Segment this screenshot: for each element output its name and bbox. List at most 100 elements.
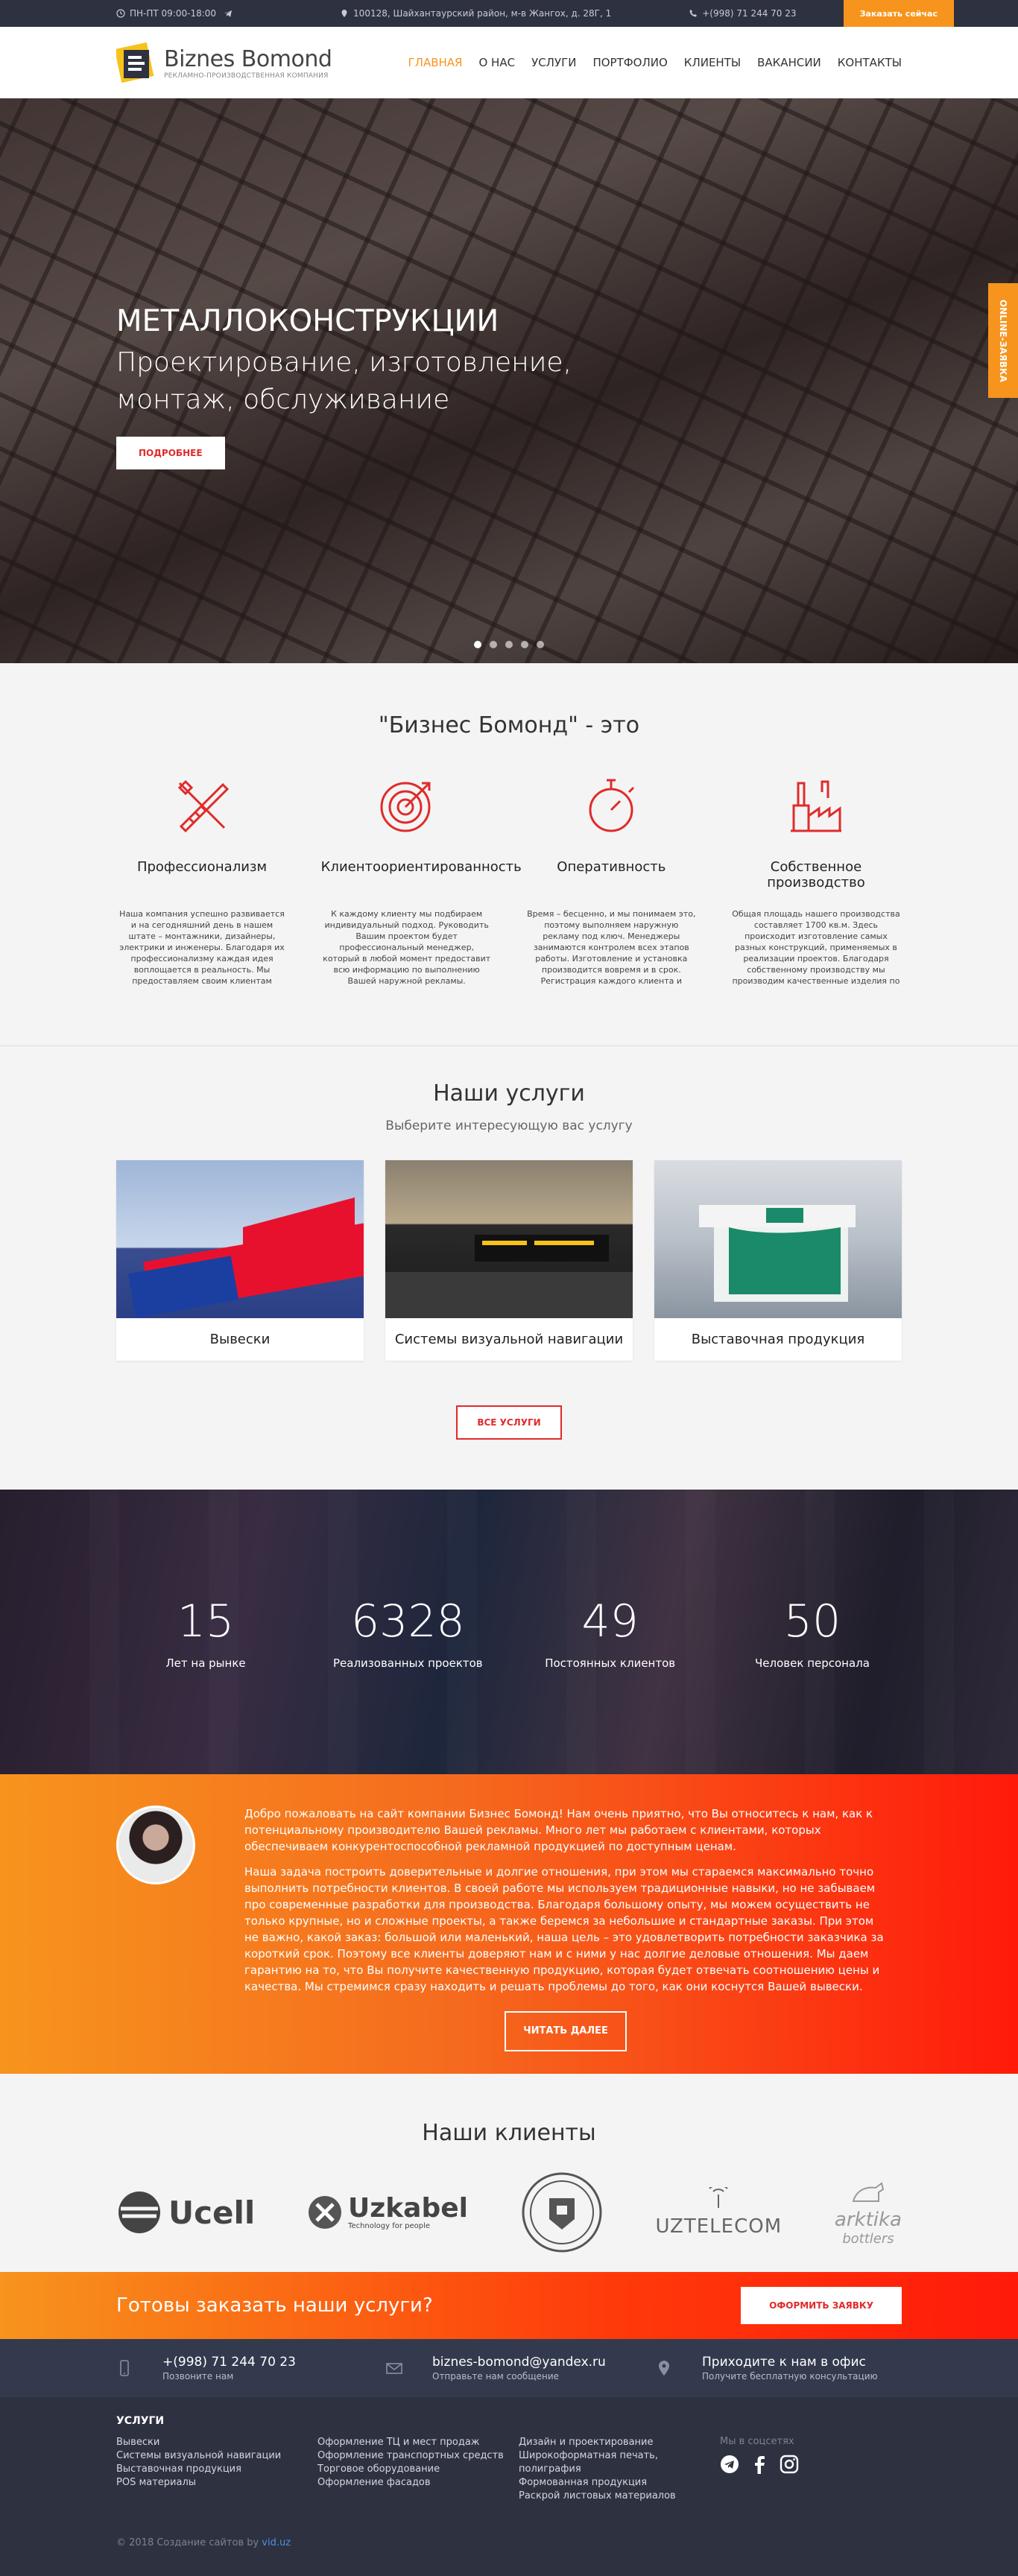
client-logo-arktika[interactable]: arktika bottlers [835, 2179, 902, 2247]
about-section: "Бизнес Бомонд" - это Профессионализм На… [0, 663, 1018, 1046]
tools-icon [177, 779, 230, 833]
online-request-tab[interactable]: ONLINE-ЗАЯВКА [988, 283, 1018, 398]
contacts-bar: +(998) 71 244 70 23 Позвоните нам biznes… [0, 2339, 1018, 2397]
stat-label: Постоянных клиентов [545, 1656, 676, 1670]
social-links: Мы в соцсетях [720, 2436, 799, 2503]
stat-label: Лет на рынке [165, 1656, 246, 1670]
footer-link[interactable]: Формованная продукция [519, 2476, 720, 2490]
all-services-button[interactable]: ВСЕ УСЛУГИ [456, 1405, 562, 1440]
client-logo-uztelecom[interactable]: UZTELECOM [655, 2187, 782, 2238]
slider-dot[interactable] [490, 641, 497, 648]
clock-icon [116, 9, 125, 18]
phone-text[interactable]: +(998) 71 244 70 23 [702, 8, 796, 19]
stat-label: Реализованных проектов [333, 1656, 483, 1670]
stat-number: 15 [177, 1595, 235, 1648]
nav-home[interactable]: ГЛАВНАЯ [408, 56, 463, 69]
service-card[interactable]: Системы визуальной навигации [385, 1160, 633, 1361]
slider-dot[interactable] [505, 641, 513, 648]
footer-link[interactable]: Оформление фасадов [317, 2476, 519, 2490]
copyright: © 2018 Создание сайтов by vid.uz [116, 2537, 902, 2548]
footer-link[interactable]: Дизайн и проектирование [519, 2436, 720, 2449]
slider-dot[interactable] [537, 641, 544, 648]
footer-link[interactable]: Системы визуальной навигации [116, 2449, 317, 2463]
service-image [116, 1160, 364, 1318]
map-pin-icon [659, 2361, 669, 2376]
nav-contacts[interactable]: КОНТАКТЫ [838, 56, 902, 69]
nav-portfolio[interactable]: ПОРТФОЛИО [592, 56, 667, 69]
stat-item: 50 Человек персонала [723, 1595, 902, 1670]
address-text: 100128, Шайхантаурский район, м-в Жангох… [353, 8, 612, 19]
contact-main: +(998) 71 244 70 23 [162, 2355, 296, 2370]
stopwatch-icon [589, 779, 635, 832]
nav-about[interactable]: О НАС [478, 56, 515, 69]
welcome-paragraph: Наша задача построить доверительные и до… [244, 1865, 884, 1993]
stat-item: 49 Постоянных клиентов [521, 1595, 700, 1670]
service-card-title: Выставочная продукция [691, 1332, 865, 1347]
client-logo-emblem[interactable] [521, 2171, 603, 2253]
contact-main: biznes-bomond@yandex.ru [432, 2355, 606, 2370]
feature-item: Клиентоориентированность К каждому клиен… [321, 774, 522, 986]
client-name: bottlers [842, 2230, 894, 2247]
contact-sub: Отправьте нам сообщение [432, 2371, 560, 2382]
logo-name: Biznes Bomond [164, 45, 332, 72]
feature-title: Собственное производство [767, 859, 865, 890]
phone-icon [120, 2360, 129, 2376]
footer-link[interactable]: Широкоформатная печать, полиграфия [519, 2449, 720, 2476]
order-cta: Готовы заказать наши услуги? ОФОРМИТЬ ЗА… [0, 2272, 1018, 2339]
footer-link[interactable]: Торговое оборудование [317, 2463, 519, 2476]
footer-link[interactable]: Раскрой листовых материалов [519, 2490, 720, 2503]
top-bar: ПН-ПТ 09:00-18:00 100128, Шайхантаурский… [0, 0, 1018, 27]
service-card[interactable]: Вывески [116, 1160, 364, 1361]
feature-item: Профессионализм Наша компания успешно ра… [116, 774, 288, 986]
telegram-icon[interactable] [224, 9, 233, 18]
phone[interactable]: +(998) 71 244 70 23 [689, 8, 797, 19]
client-name: UZTELECOM [655, 2215, 783, 2238]
footer-link[interactable]: Выставочная продукция [116, 2463, 317, 2476]
service-image [385, 1160, 633, 1318]
contact-office[interactable]: Приходите к нам в офис Получите бесплатн… [656, 2355, 902, 2382]
nav-vacancies[interactable]: ВАКАНСИИ [757, 56, 821, 69]
client-name: Ucell [168, 2194, 256, 2231]
clients-title: Наши клиенты [422, 2120, 596, 2146]
hero-more-button[interactable]: ПОДРОБНЕЕ [116, 437, 225, 469]
working-hours: ПН-ПТ 09:00-18:00 [116, 8, 233, 19]
mail-icon [386, 2363, 402, 2374]
order-now-button[interactable]: Заказать сейчас [843, 0, 954, 27]
footer-link[interactable]: POS материалы [116, 2476, 317, 2490]
nav-services[interactable]: УСЛУГИ [531, 56, 576, 69]
order-request-button[interactable]: ОФОРМИТЬ ЗАЯВКУ [741, 2287, 902, 2324]
client-logo-ucell[interactable]: Ucell [116, 2189, 255, 2235]
service-image [654, 1160, 902, 1318]
contact-sub: Позвоните нам [162, 2371, 234, 2382]
contact-email[interactable]: biznes-bomond@yandex.ru Отправьте нам со… [386, 2355, 632, 2382]
uzkabel-logo-icon [309, 2196, 342, 2229]
contact-phone[interactable]: +(998) 71 244 70 23 Позвоните нам [116, 2355, 362, 2382]
telegram-icon[interactable] [720, 2455, 739, 2474]
footer-link[interactable]: Вывески [116, 2436, 317, 2449]
logo[interactable]: Biznes Bomond РЕКЛАМНО-ПРОИЗВОДСТВЕННАЯ … [116, 41, 332, 84]
feature-text: Общая площадь нашего производства состав… [732, 909, 900, 986]
slider-dot[interactable] [521, 641, 528, 648]
developer-link[interactable]: vid.uz [262, 2537, 291, 2548]
feature-text: К каждому клиенту мы подбираем индивидуа… [323, 909, 491, 986]
slider-dot[interactable] [474, 641, 481, 648]
logo-subtitle: РЕКЛАМНО-ПРОИЗВОДСТВЕННАЯ КОМПАНИЯ [164, 72, 329, 80]
services-section: Наши услуги Выберите интересующую вас ус… [0, 1046, 1018, 1490]
footer-link[interactable]: Оформление ТЦ и мест продаж [317, 2436, 519, 2449]
ucell-logo-icon [118, 2192, 160, 2233]
polar-bear-logo-icon [852, 2181, 885, 2202]
header: Biznes Bomond РЕКЛАМНО-ПРОИЗВОДСТВЕННАЯ … [0, 27, 1018, 98]
welcome-section: Добро пожаловать на сайт компании Бизнес… [0, 1774, 1018, 2074]
address: 100128, Шайхантаурский район, м-в Жангох… [340, 8, 611, 19]
feature-item: Оперативность Время – бесценно, и мы пон… [525, 774, 697, 986]
facebook-icon[interactable] [750, 2455, 769, 2474]
client-logo-uzkabel[interactable]: Uzkabel Technology for people [308, 2194, 468, 2230]
footer-link[interactable]: Оформление транспортных средств [317, 2449, 519, 2463]
instagram-icon[interactable] [780, 2455, 799, 2474]
feature-title: Профессионализм [136, 859, 268, 875]
contact-main: Приходите к нам в офис [702, 2355, 866, 2370]
read-more-button[interactable]: ЧИТАТЬ ДАЛЕЕ [505, 2011, 627, 2051]
service-card[interactable]: Выставочная продукция [654, 1160, 902, 1361]
nav-clients[interactable]: КЛИЕНТЫ [684, 56, 741, 69]
hero-slider[interactable]: МЕТАЛЛОКОНСТРУКЦИИ Проектирование, изгот… [0, 98, 1018, 663]
